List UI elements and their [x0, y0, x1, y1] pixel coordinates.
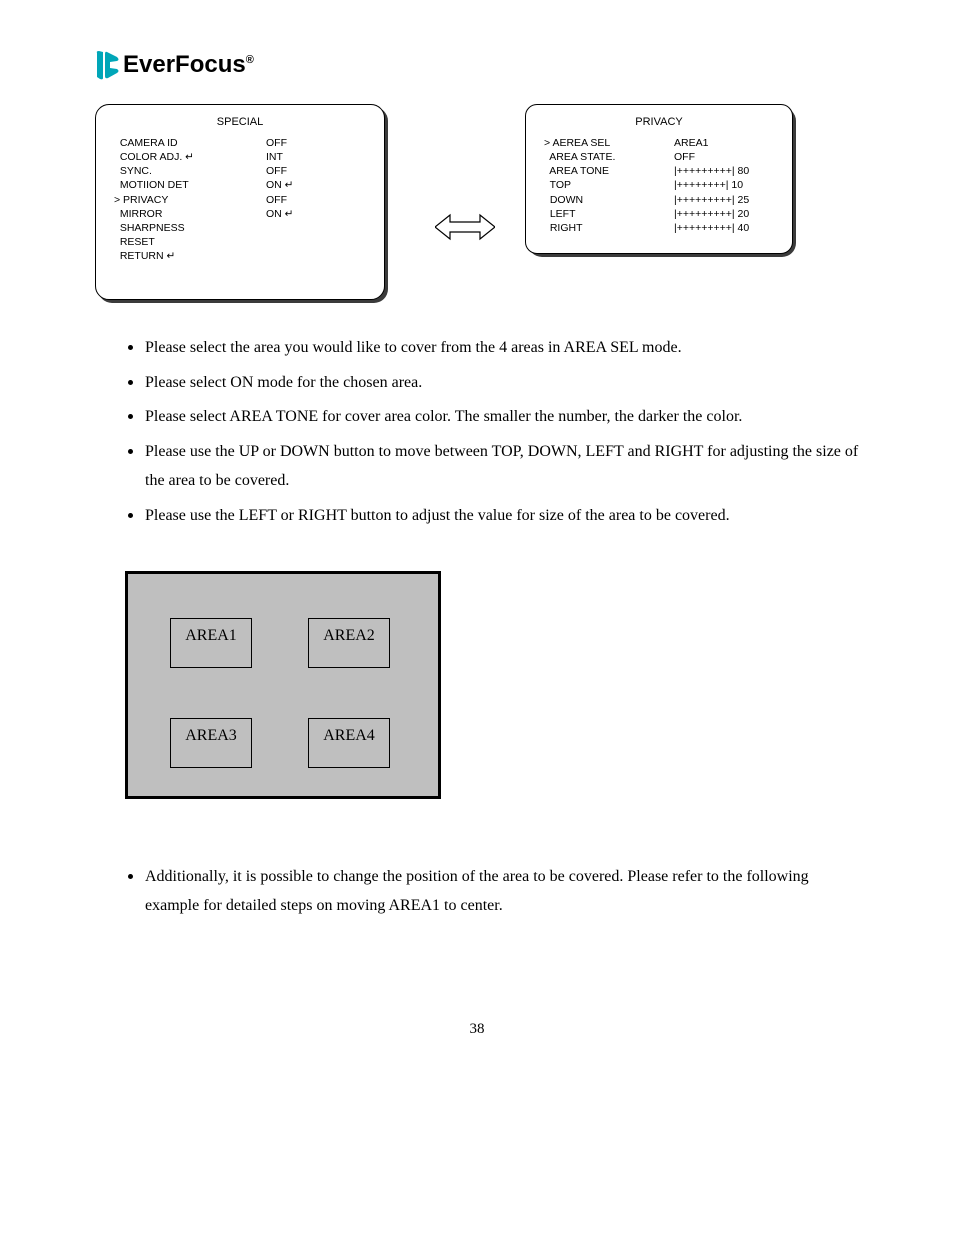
- menu-item: CAMERA ID: [114, 136, 266, 150]
- list-item: Please select AREA TONE for cover area c…: [145, 399, 859, 432]
- menu-value: |+++++++++| 25: [674, 193, 774, 207]
- list-item: Please select the area you would like to…: [145, 330, 859, 363]
- menu-value: ON ↵: [266, 178, 366, 192]
- menu-value: |++++++++| 10: [674, 178, 774, 192]
- menu-item: LEFT: [544, 207, 674, 221]
- menu-item: TOP: [544, 178, 674, 192]
- menu-item: MOTIION DET: [114, 178, 266, 192]
- menu-value: OFF: [266, 193, 366, 207]
- logo-text: EverFocus®: [123, 51, 254, 79]
- special-panel-wrap: SPECIAL CAMERA ID COLOR ADJ. ↵ SYNC. MOT…: [95, 104, 385, 300]
- menu-item: SHARPNESS: [114, 221, 266, 235]
- menu-item: AREA STATE.: [544, 150, 674, 164]
- menu-value: |+++++++++| 20: [674, 207, 774, 221]
- menu-item: MIRROR: [114, 207, 266, 221]
- menu-item: RIGHT: [544, 221, 674, 235]
- special-panel: SPECIAL CAMERA ID COLOR ADJ. ↵ SYNC. MOT…: [95, 104, 385, 300]
- menu-item: AREA TONE: [544, 164, 674, 178]
- special-panel-title: SPECIAL: [114, 115, 366, 130]
- instruction-list-1: Please select the area you would like to…: [95, 330, 859, 531]
- menu-item: DOWN: [544, 193, 674, 207]
- menu-item: RESET: [114, 235, 266, 249]
- menu-value: OFF: [266, 164, 366, 178]
- logo-icon: [95, 50, 121, 80]
- osd-panels-row: SPECIAL CAMERA ID COLOR ADJ. ↵ SYNC. MOT…: [95, 104, 859, 300]
- brand-logo: EverFocus®: [95, 50, 859, 80]
- page-number: 38: [95, 1021, 859, 1038]
- menu-item: RETURN ↵: [114, 249, 266, 263]
- list-item: Additionally, it is possible to change t…: [145, 859, 859, 921]
- area1-box: AREA1: [170, 618, 252, 668]
- menu-value: |+++++++++| 80: [674, 164, 774, 178]
- area3-box: AREA3: [170, 718, 252, 768]
- list-item: Please use the UP or DOWN button to move…: [145, 434, 859, 496]
- privacy-panel-title: PRIVACY: [544, 115, 774, 130]
- area2-box: AREA2: [308, 618, 390, 668]
- area4-box: AREA4: [308, 718, 390, 768]
- double-arrow-icon: [435, 212, 495, 242]
- menu-value: |+++++++++| 40: [674, 221, 774, 235]
- menu-item: COLOR ADJ. ↵: [114, 150, 266, 164]
- area-diagram: AREA1 AREA2 AREA3 AREA4: [125, 571, 441, 799]
- list-item: Please select ON mode for the chosen are…: [145, 365, 859, 398]
- menu-value: ON ↵: [266, 207, 366, 221]
- menu-value: OFF: [674, 150, 774, 164]
- privacy-panel: PRIVACY > AEREA SEL AREA STATE. AREA TON…: [525, 104, 793, 254]
- instruction-list-2: Additionally, it is possible to change t…: [95, 859, 859, 921]
- list-item: Please use the LEFT or RIGHT button to a…: [145, 498, 859, 531]
- menu-item: SYNC.: [114, 164, 266, 178]
- menu-item: > PRIVACY: [114, 193, 266, 207]
- menu-value: AREA1: [674, 136, 774, 150]
- privacy-panel-wrap: PRIVACY > AEREA SEL AREA STATE. AREA TON…: [525, 104, 793, 254]
- menu-item: > AEREA SEL: [544, 136, 674, 150]
- menu-value: INT: [266, 150, 366, 164]
- menu-value: OFF: [266, 136, 366, 150]
